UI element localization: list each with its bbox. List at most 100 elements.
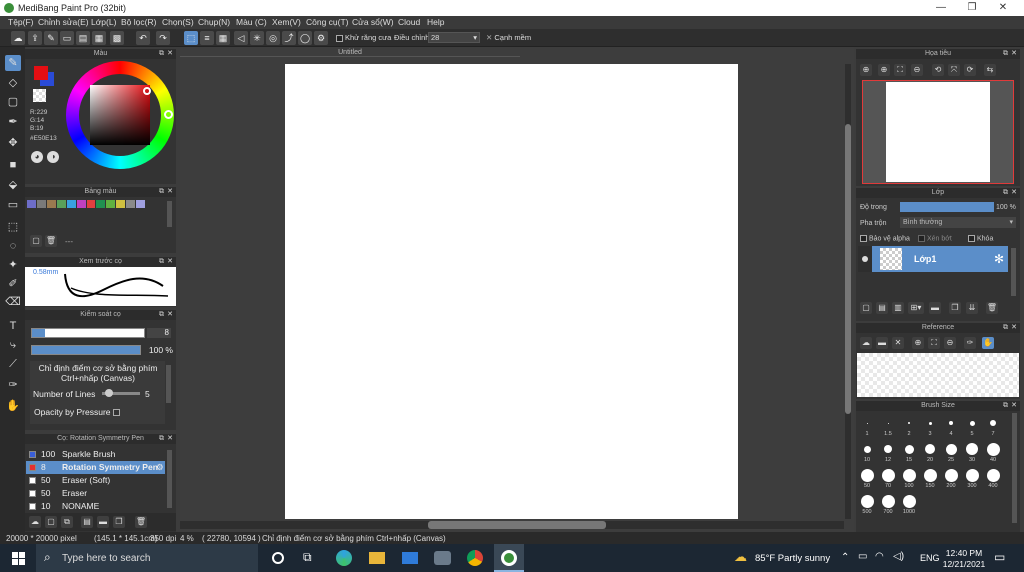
brush-item[interactable]: 50 Eraser — [26, 487, 165, 500]
brush-size-dot[interactable] — [990, 420, 996, 426]
brush-size-scrollbar[interactable] — [1012, 413, 1017, 523]
curve-ruler-icon[interactable]: ⤴ — [282, 31, 296, 45]
brush-size-dot[interactable] — [881, 468, 895, 482]
eraser-tool-icon[interactable]: ◇ — [5, 75, 21, 91]
reference-hand-icon[interactable]: ✋ — [982, 337, 994, 349]
undock-icon[interactable]: ⧉ — [1003, 401, 1008, 411]
palette-scrollbar[interactable] — [167, 201, 172, 227]
message-icon[interactable]: ▭ — [60, 31, 74, 45]
smoothing-checkbox[interactable]: ✕ Cạnh mềm — [486, 33, 531, 42]
brush-size-dot[interactable] — [944, 468, 958, 482]
menu-help[interactable]: Help — [427, 17, 444, 27]
brush-size-dot[interactable] — [925, 444, 935, 454]
undo-icon[interactable]: ↶ — [136, 31, 150, 45]
transparent-color-swatch[interactable] — [33, 89, 46, 102]
clock-date[interactable]: 12/21/2021 — [942, 559, 986, 569]
menu-cloud[interactable]: Cloud — [398, 17, 420, 27]
brush-size-value[interactable]: 8 — [147, 328, 171, 338]
hue-handle[interactable] — [164, 110, 173, 119]
hand-tool-icon[interactable]: ✋ — [5, 398, 21, 414]
reference-cloud-icon[interactable]: ☁ — [860, 337, 872, 349]
clock-time[interactable]: 12:40 PM — [944, 548, 984, 558]
weather-text[interactable]: 85°F Partly sunny — [755, 553, 830, 564]
menu-view[interactable]: Xem(V) — [272, 17, 301, 27]
brush-size-dot[interactable] — [949, 421, 953, 425]
palette-switch-icon[interactable]: ◕ — [31, 151, 43, 163]
reset-view-icon[interactable]: ⤧ — [948, 64, 960, 76]
new-palette-icon[interactable]: ▢ — [30, 235, 42, 247]
menu-file[interactable]: Tệp(F) — [8, 17, 34, 27]
brush-doc-icon[interactable]: ▤ — [81, 516, 93, 528]
delete-layer-icon[interactable]: 🗑 — [986, 302, 998, 314]
notification-icon[interactable]: ▭ — [994, 550, 1005, 564]
rotate-left-icon[interactable]: ⟲ — [932, 64, 944, 76]
cross-ruler-icon[interactable]: ▦ — [216, 31, 230, 45]
chrome-icon[interactable] — [467, 550, 483, 566]
camera-icon[interactable] — [434, 551, 451, 565]
menu-select[interactable]: Chọn(S) — [162, 17, 194, 27]
menu-color[interactable]: Màu (C) — [236, 17, 267, 27]
grid-icon[interactable]: ▩ — [110, 31, 124, 45]
vanishing-point-icon[interactable]: ◁ — [234, 31, 248, 45]
brush-item[interactable]: 100 Sparkle Brush — [26, 448, 165, 461]
lock-checkbox[interactable]: Khóa — [968, 235, 993, 242]
brush-item[interactable]: 10 NONAME — [26, 500, 165, 511]
brush-options-scrollbar[interactable] — [166, 365, 171, 403]
eyedropper-tool-icon[interactable]: ✑ — [5, 377, 21, 393]
new-layer-2-icon[interactable]: ▤ — [876, 302, 888, 314]
upload-icon[interactable]: ⇪ — [28, 31, 42, 45]
select-pen-tool-icon[interactable]: ✐ — [5, 276, 21, 292]
layer-row[interactable]: Lớp1 ✻ — [858, 246, 1008, 272]
adjust-select[interactable]: 28 ▾ — [428, 32, 480, 43]
windows-start-icon[interactable] — [12, 552, 25, 565]
layer-scrollbar[interactable] — [1011, 248, 1016, 296]
brush-size-dot[interactable] — [902, 494, 916, 508]
protect-alpha-checkbox[interactable]: Bảo vệ alpha — [860, 235, 910, 242]
brush-size-dot[interactable] — [908, 422, 910, 424]
zoom-out-icon[interactable]: ⊖ — [911, 64, 923, 76]
redo-icon[interactable]: ↷ — [156, 31, 170, 45]
color-mix-icon[interactable]: ◑ — [47, 151, 59, 163]
network-icon[interactable]: ▭ — [858, 551, 867, 562]
brush-list-scrollbar[interactable] — [167, 450, 172, 508]
blend-mode-select[interactable]: Bình thường ▾ — [900, 217, 1016, 228]
add-layer-menu-icon[interactable]: ⊞▾ — [908, 302, 924, 314]
antialias-checkbox[interactable]: Khử răng cưa — [336, 33, 391, 42]
bucket-tool-icon[interactable]: ⬙ — [5, 177, 21, 193]
divide-tool-icon[interactable]: ⟋ — [5, 356, 21, 372]
ellipse-ruler-icon[interactable]: ◯ — [298, 31, 312, 45]
canvas-tab[interactable]: Untitled — [180, 49, 520, 57]
undock-icon[interactable]: ⧉ — [159, 49, 164, 59]
page-icon[interactable]: ▤ — [76, 31, 90, 45]
new-layer-3-icon[interactable]: ▥ — [892, 302, 904, 314]
menu-tools[interactable]: Công cụ(T) — [306, 17, 349, 27]
brush-size-dot[interactable] — [887, 422, 889, 424]
select-rect-tool-icon[interactable]: ⬚ — [5, 219, 21, 235]
flip-icon[interactable]: ⇆ — [984, 64, 996, 76]
reference-close-icon[interactable]: ✕ — [892, 337, 904, 349]
color-picker-handle[interactable] — [143, 87, 151, 95]
brush-size-slider[interactable] — [31, 328, 145, 338]
undock-icon[interactable]: ⧉ — [159, 434, 164, 444]
undock-icon[interactable]: ⧉ — [159, 310, 164, 320]
shape-tool-icon[interactable]: ▢ — [5, 94, 21, 110]
brush-size-dot[interactable] — [860, 494, 874, 508]
concentric-ruler-icon[interactable]: ◎ — [266, 31, 280, 45]
fit-icon[interactable]: ⛶ — [894, 64, 906, 76]
menu-snap[interactable]: Chụp(N) — [198, 17, 230, 27]
zoom-in-icon[interactable]: ⊕ — [860, 64, 872, 76]
minimize-button[interactable]: — — [926, 1, 956, 15]
brush-tool-icon[interactable]: ✎ — [5, 55, 21, 71]
delete-palette-icon[interactable]: 🗑 — [45, 235, 57, 247]
close-panel-icon[interactable]: ✕ — [1011, 188, 1017, 198]
brush-folder-icon[interactable]: ▬ — [97, 516, 109, 528]
brush-opacity-slider[interactable] — [31, 345, 141, 355]
reference-fit-icon[interactable]: ⛶ — [928, 337, 940, 349]
delete-brush-icon[interactable]: 🗑 — [135, 516, 147, 528]
menu-filter[interactable]: Bộ lọc(R) — [121, 17, 156, 27]
visibility-eye-icon[interactable] — [862, 256, 868, 262]
brush-size-dot[interactable] — [928, 421, 932, 425]
close-panel-icon[interactable]: ✕ — [1011, 323, 1017, 333]
wifi-icon[interactable]: ◠ — [875, 551, 884, 562]
text-tool-icon[interactable]: T — [5, 318, 21, 334]
